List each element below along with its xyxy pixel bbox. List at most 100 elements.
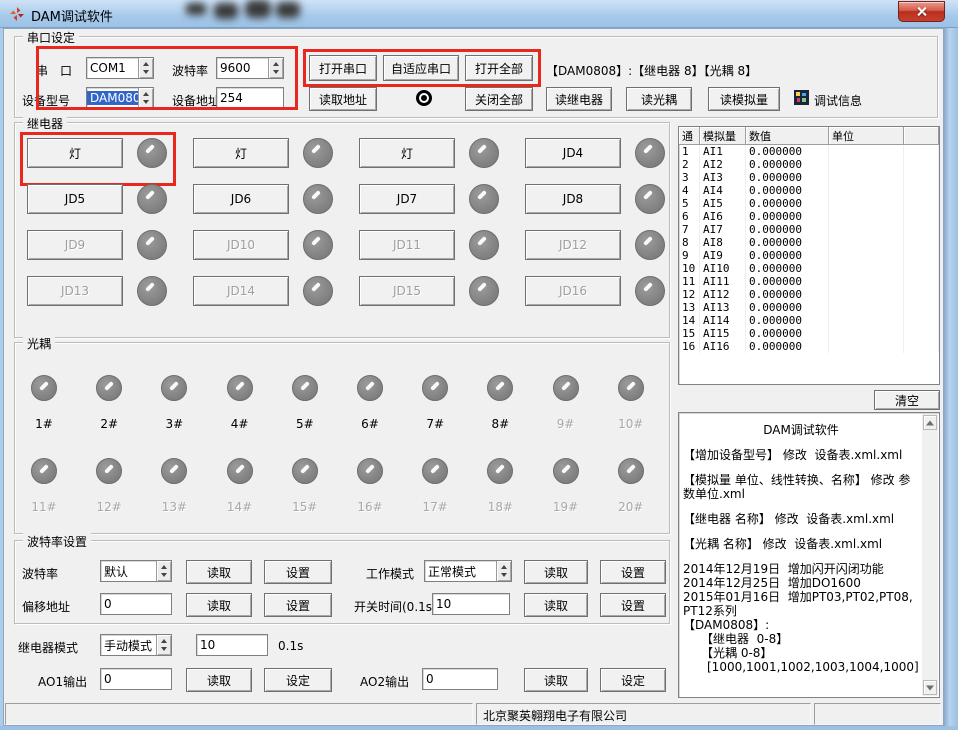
offset-addr-input[interactable]	[100, 593, 172, 615]
analog-cell: 0.000000	[746, 171, 829, 184]
read-relay-button[interactable]: 读继电器	[546, 87, 612, 111]
dropdown-arrow-icon[interactable]	[138, 58, 153, 78]
opto-label-2: 2#	[81, 417, 137, 431]
ao2-input[interactable]	[422, 668, 498, 690]
analog-cell: 0.000000	[746, 314, 829, 327]
relay-button-8[interactable]: JD8	[525, 184, 621, 214]
analog-row-9[interactable]: 9AI90.000000	[679, 249, 939, 262]
analog-cell	[829, 158, 904, 171]
analog-row-7[interactable]: 7AI70.000000	[679, 223, 939, 236]
relay-mode-time-input[interactable]	[196, 634, 268, 656]
adaptive-serial-button[interactable]: 自适应串口	[383, 55, 459, 81]
scroll-down-icon[interactable]	[923, 680, 937, 695]
dropdown-arrow-icon[interactable]	[496, 561, 511, 581]
read-opto-button[interactable]: 读光耦	[626, 87, 692, 111]
relay-button-15: JD15	[359, 276, 455, 306]
opto-label-12: 12#	[81, 500, 137, 514]
relay-mode-time-unit: 0.1s	[278, 639, 303, 653]
info-scrollbar[interactable]	[922, 414, 938, 696]
clear-button[interactable]: 清空	[874, 390, 940, 410]
analog-col-header-4[interactable]: 单位	[829, 127, 904, 145]
analog-row-1[interactable]: 1AI10.000000	[679, 145, 939, 158]
analog-cell: 10	[679, 262, 700, 275]
relay-button-10: JD10	[193, 230, 289, 260]
device-address-input[interactable]	[216, 87, 284, 109]
work-mode-select[interactable]: 正常模式	[424, 560, 512, 582]
close-all-button[interactable]: 关闭全部	[465, 87, 533, 111]
port-select[interactable]: COM1	[86, 57, 154, 79]
dropdown-arrow-icon[interactable]	[268, 58, 283, 78]
analog-col-header-1[interactable]: 通	[679, 127, 700, 145]
ao1-input[interactable]	[100, 668, 172, 690]
ao1-set-button[interactable]: 设定	[264, 668, 332, 692]
relay-lamp-4-icon	[635, 138, 665, 168]
offset-addr-label: 偏移地址	[22, 598, 70, 615]
relay-button-3[interactable]: 灯	[359, 138, 455, 168]
opto-label-11: 11#	[16, 500, 72, 514]
analog-row-8[interactable]: 8AI80.000000	[679, 236, 939, 249]
scroll-up-icon[interactable]	[923, 415, 937, 430]
analog-cell: AI10	[700, 262, 746, 275]
analog-cell: AI11	[700, 275, 746, 288]
analog-col-header-2[interactable]: 模拟量	[700, 127, 746, 145]
analog-row-16[interactable]: 16AI160.000000	[679, 340, 939, 353]
baud-setting-select[interactable]: 默认	[100, 560, 172, 582]
relay-lamp-14-icon	[303, 276, 333, 306]
analog-row-10[interactable]: 10AI100.000000	[679, 262, 939, 275]
analog-row-6[interactable]: 6AI60.000000	[679, 210, 939, 223]
baud-set-button[interactable]: 设置	[264, 560, 332, 584]
relay-mode-select[interactable]: 手动模式	[100, 634, 172, 656]
relay-button-1[interactable]: 灯	[27, 138, 123, 168]
analog-row-11[interactable]: 11AI110.000000	[679, 275, 939, 288]
analog-cell	[829, 210, 904, 223]
close-button[interactable]	[898, 1, 945, 22]
baud-read-button[interactable]: 读取	[186, 560, 252, 584]
analog-row-12[interactable]: 12AI120.000000	[679, 288, 939, 301]
analog-row-14[interactable]: 14AI140.000000	[679, 314, 939, 327]
offset-read-button[interactable]: 读取	[186, 593, 252, 617]
ao2-set-button[interactable]: 设定	[600, 668, 666, 692]
work-mode-read-button[interactable]: 读取	[524, 560, 588, 584]
opto-label-1: 1#	[16, 417, 72, 431]
analog-row-3[interactable]: 3AI30.000000	[679, 171, 939, 184]
analog-col-header-5[interactable]	[904, 127, 939, 145]
switch-time-input[interactable]	[432, 593, 510, 615]
read-analog-button[interactable]: 读模拟量	[708, 87, 780, 111]
work-mode-set-button[interactable]: 设置	[600, 560, 666, 584]
analog-cell: 5	[679, 197, 700, 210]
analog-cell	[904, 145, 939, 158]
opto-lamp-19-icon	[553, 458, 579, 484]
analog-table[interactable]: 通模拟量数值单位 1AI10.0000002AI20.0000003AI30.0…	[678, 126, 940, 385]
analog-cell	[904, 275, 939, 288]
analog-row-13[interactable]: 13AI130.000000	[679, 301, 939, 314]
close-icon	[916, 6, 927, 17]
analog-row-4[interactable]: 4AI40.000000	[679, 184, 939, 197]
offset-set-button[interactable]: 设置	[264, 593, 332, 617]
ao1-read-button[interactable]: 读取	[186, 668, 252, 692]
model-select[interactable]: DAM0808	[86, 87, 154, 109]
open-all-button[interactable]: 打开全部	[465, 55, 533, 81]
relay-button-7[interactable]: JD7	[359, 184, 455, 214]
dropdown-arrow-icon[interactable]	[138, 88, 153, 108]
analog-cell	[904, 184, 939, 197]
baud-select[interactable]: 9600	[216, 57, 284, 79]
dropdown-arrow-icon[interactable]	[156, 561, 171, 581]
switch-read-button[interactable]: 读取	[524, 593, 588, 617]
analog-cell	[829, 197, 904, 210]
switch-set-button[interactable]: 设置	[600, 593, 666, 617]
ao2-read-button[interactable]: 读取	[524, 668, 588, 692]
dropdown-arrow-icon[interactable]	[156, 635, 171, 655]
opto-lamp-7-icon	[422, 375, 448, 401]
analog-col-header-3[interactable]: 数值	[746, 127, 829, 145]
open-serial-button[interactable]: 打开串口	[309, 55, 377, 81]
analog-cell: AI13	[700, 301, 746, 314]
analog-row-5[interactable]: 5AI50.000000	[679, 197, 939, 210]
analog-cell	[904, 158, 939, 171]
analog-row-15[interactable]: 15AI150.000000	[679, 327, 939, 340]
relay-button-2[interactable]: 灯	[193, 138, 289, 168]
relay-button-6[interactable]: JD6	[193, 184, 289, 214]
relay-button-4[interactable]: JD4	[525, 138, 621, 168]
relay-button-5[interactable]: JD5	[27, 184, 123, 214]
read-address-button[interactable]: 读取地址	[309, 87, 377, 111]
analog-row-2[interactable]: 2AI20.000000	[679, 158, 939, 171]
